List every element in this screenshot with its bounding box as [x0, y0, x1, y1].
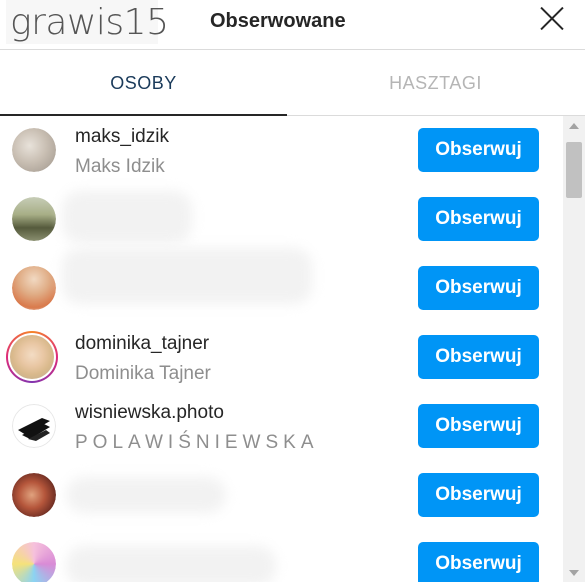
- redacted-area: [66, 477, 226, 513]
- avatar[interactable]: [12, 542, 56, 582]
- follow-button[interactable]: Obserwuj: [418, 473, 539, 517]
- list-item: wisniewska.photo POLAWIŚNIEWSKA Obserwuj: [0, 392, 563, 461]
- redacted-area: [62, 248, 312, 304]
- avatar[interactable]: [12, 197, 56, 241]
- avatar[interactable]: [12, 266, 56, 310]
- follow-button[interactable]: Obserwuj: [418, 542, 539, 582]
- tab-people[interactable]: OSOBY: [0, 50, 287, 116]
- scrollbar-thumb[interactable]: [566, 142, 582, 198]
- account-full-name: Maks Idzik: [75, 156, 165, 177]
- close-icon[interactable]: [536, 2, 568, 34]
- list-item: Obserwuj: [0, 185, 563, 254]
- list-item: Obserwuj: [0, 461, 563, 530]
- follow-button[interactable]: Obserwuj: [418, 335, 539, 379]
- list-item: maks_idzik Maks Idzik Obserwuj: [0, 116, 563, 185]
- account-full-name: Dominika Tajner: [75, 363, 211, 384]
- list-item: dominika_tajner Dominika Tajner Obserwuj: [0, 323, 563, 392]
- tab-bar: OSOBY HASZTAGI: [0, 50, 585, 116]
- modal-title: Obserwowane: [210, 10, 346, 32]
- redacted-area: [62, 191, 192, 243]
- list-item: Obserwuj: [0, 530, 563, 582]
- following-list: maks_idzik Maks Idzik Obserwuj Obserwuj …: [0, 116, 563, 582]
- scroll-down-arrow-icon[interactable]: [569, 570, 579, 576]
- tab-hashtags[interactable]: HASZTAGI: [292, 50, 579, 116]
- avatar-with-story-ring[interactable]: [6, 331, 58, 383]
- list-item: Obserwuj: [0, 248, 563, 323]
- photo-logo-icon: [12, 404, 56, 448]
- account-full-name: POLAWIŚNIEWSKA: [75, 432, 319, 453]
- scrollbar[interactable]: [563, 116, 585, 582]
- follow-button[interactable]: Obserwuj: [418, 197, 539, 241]
- profile-username: grawis15: [10, 2, 169, 43]
- avatar[interactable]: [12, 473, 56, 517]
- scroll-up-arrow-icon[interactable]: [569, 123, 579, 129]
- account-username[interactable]: dominika_tajner: [75, 333, 209, 355]
- account-username[interactable]: wisniewska.photo: [75, 402, 224, 424]
- account-username[interactable]: maks_idzik: [75, 126, 169, 148]
- follow-button[interactable]: Obserwuj: [418, 128, 539, 172]
- modal-header: grawis15 Obserwowane: [0, 0, 585, 50]
- avatar[interactable]: [12, 404, 56, 448]
- follow-button[interactable]: Obserwuj: [418, 404, 539, 448]
- redacted-area: [66, 546, 276, 582]
- avatar[interactable]: [12, 128, 56, 172]
- follow-button[interactable]: Obserwuj: [418, 266, 539, 310]
